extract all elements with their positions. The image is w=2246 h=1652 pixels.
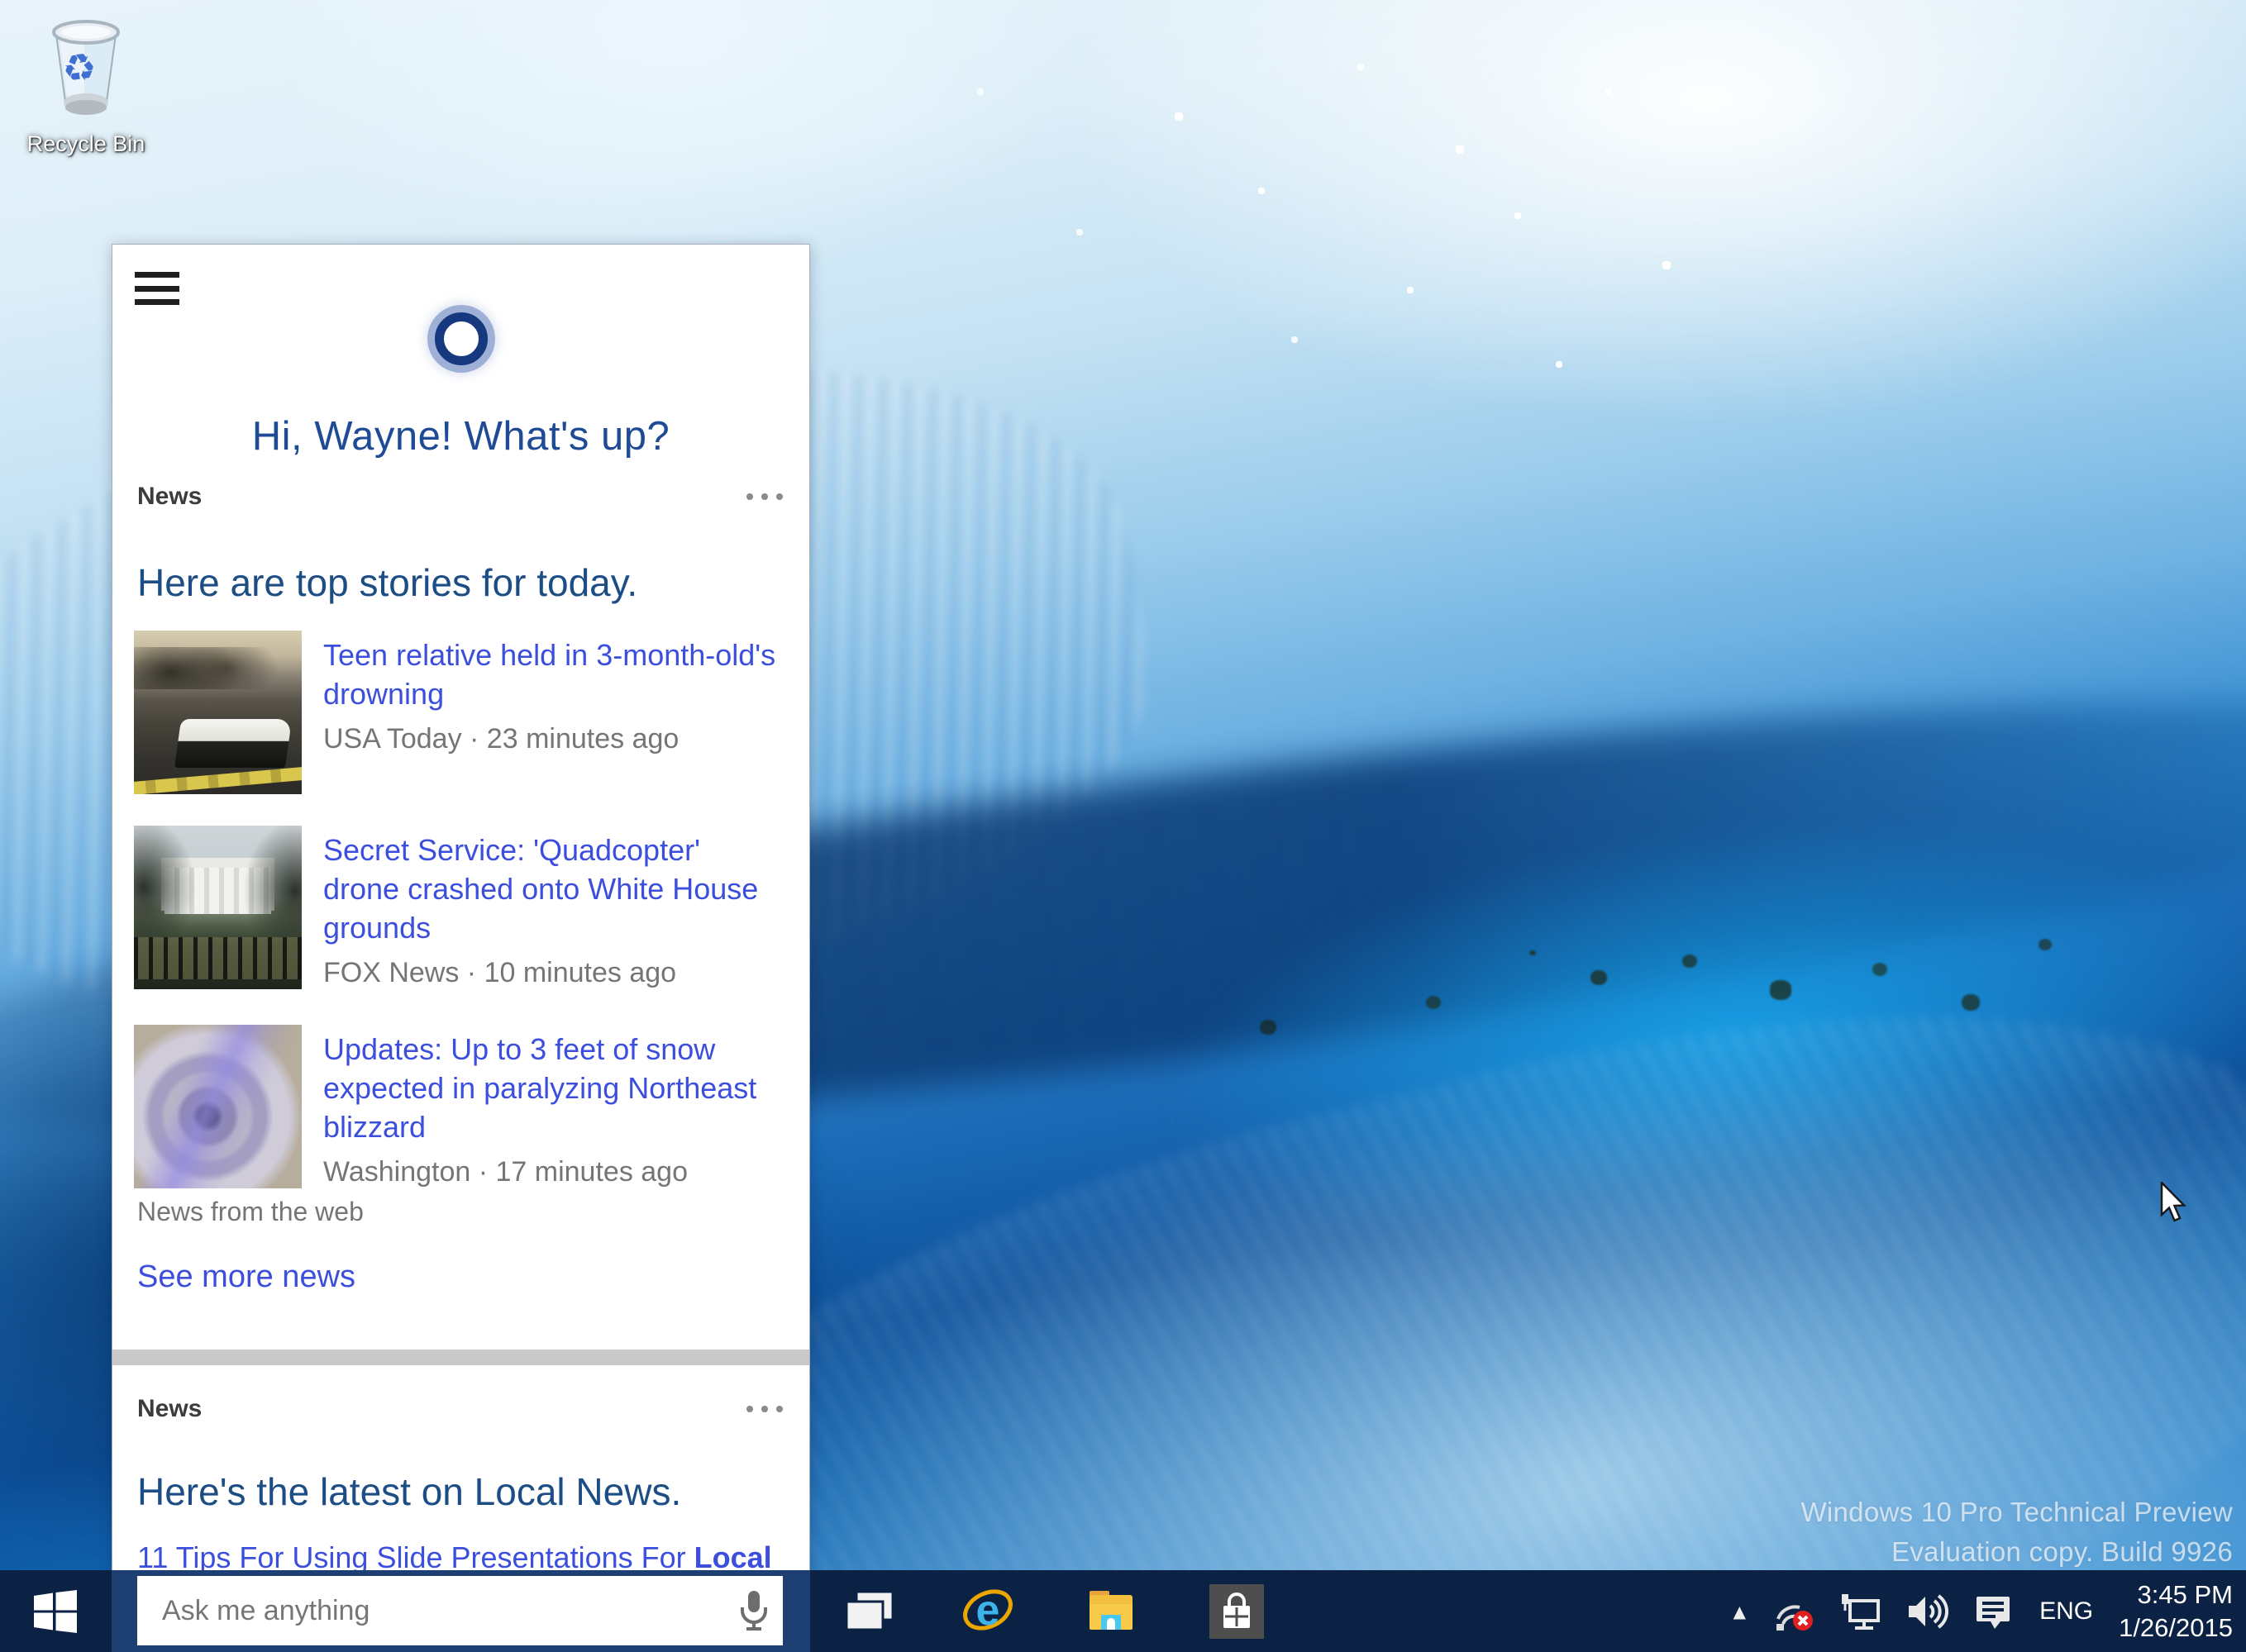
- hamburger-menu-icon[interactable]: [135, 272, 179, 305]
- volume-icon[interactable]: [1905, 1591, 1950, 1632]
- story-1-title[interactable]: Teen relative held in 3-month-old's drow…: [323, 636, 783, 713]
- news-story-2[interactable]: Secret Service: 'Quadcopter' drone crash…: [134, 826, 784, 989]
- ellipsis-menu-icon[interactable]: [745, 1401, 784, 1417]
- store-icon: [1209, 1583, 1264, 1639]
- story-3-text: Updates: Up to 3 feet of snow expected i…: [323, 1025, 783, 1188]
- thumb-art: [174, 718, 292, 769]
- news-from-web-label: News from the web: [137, 1197, 364, 1226]
- task-view-icon: [845, 1590, 894, 1631]
- story-3-source: Washington · 17 minutes ago: [323, 1156, 688, 1188]
- system-tray: ▲ ENG 3:45 PM 1/26/2015: [1729, 1570, 2246, 1652]
- local-news-link[interactable]: 11 Tips For Using Slide Presentations Fo…: [137, 1540, 793, 1571]
- clock[interactable]: 3:45 PM 1/26/2015: [2119, 1578, 2233, 1645]
- ellipsis-menu-icon[interactable]: [745, 488, 784, 505]
- dot: [776, 1406, 783, 1412]
- svg-text:♻: ♻: [60, 44, 99, 93]
- local-news-link-bold: Local: [694, 1540, 772, 1571]
- thumb-art: [134, 766, 302, 794]
- wireless-error-icon[interactable]: [1773, 1591, 1816, 1632]
- story-1-text: Teen relative held in 3-month-old's drow…: [323, 631, 783, 794]
- clock-time: 3:45 PM: [2137, 1579, 2233, 1609]
- microphone-icon: [741, 1591, 767, 1631]
- language-indicator[interactable]: ENG: [2036, 1597, 2096, 1626]
- local-news-section-header: News: [137, 1395, 784, 1423]
- hamburger-bar: [135, 272, 179, 278]
- local-news-section-label: News: [137, 1395, 203, 1422]
- clock-date: 1/26/2015: [2119, 1612, 2233, 1642]
- microphone-button[interactable]: [725, 1576, 783, 1645]
- watermark-line-2: Evaluation copy. Build 9926: [1891, 1536, 2233, 1567]
- cortana-panel: Hi, Wayne! What's up? News Here are top …: [112, 244, 810, 1571]
- news-story-1[interactable]: Teen relative held in 3-month-old's drow…: [134, 631, 784, 794]
- recycle-bin-desktop-icon[interactable]: ♻ Recycle Bin: [13, 10, 159, 157]
- file-explorer-icon: [1090, 1590, 1133, 1630]
- svg-text:e: e: [976, 1587, 1000, 1635]
- action-center-icon[interactable]: [1972, 1591, 2014, 1632]
- file-explorer-button[interactable]: [1071, 1570, 1151, 1652]
- local-news-link-text: 11 Tips For Using Slide Presentations Fo…: [137, 1540, 694, 1571]
- wallpaper-sparkles: [831, 17, 832, 18]
- news-section-label: News: [137, 483, 203, 510]
- thumb-art: [134, 936, 302, 980]
- story-2-thumbnail: [134, 826, 302, 989]
- recycle-bin-label: Recycle Bin: [26, 131, 145, 156]
- cortana-search-box[interactable]: [137, 1576, 783, 1645]
- dot: [746, 1406, 753, 1412]
- windows-logo-icon: [33, 1589, 77, 1633]
- story-2-text: Secret Service: 'Quadcopter' drone crash…: [323, 826, 783, 989]
- cortana-logo-icon: [434, 312, 488, 365]
- thumb-art: [134, 1025, 302, 1188]
- section-divider: [112, 1350, 809, 1365]
- internet-explorer-icon: e: [963, 1587, 1013, 1635]
- hamburger-bar: [135, 299, 179, 305]
- hidden-icons-chevron[interactable]: ▲: [1729, 1597, 1751, 1626]
- start-button[interactable]: [0, 1570, 110, 1652]
- see-more-news-link[interactable]: See more news: [137, 1259, 355, 1295]
- dot: [761, 493, 768, 500]
- internet-explorer-button[interactable]: e: [948, 1570, 1028, 1652]
- network-icon[interactable]: [1838, 1591, 1883, 1632]
- store-button[interactable]: [1197, 1570, 1276, 1652]
- top-stories-heading: Here are top stories for today.: [137, 561, 638, 604]
- dot: [776, 493, 783, 500]
- task-view-button[interactable]: [830, 1570, 909, 1652]
- evaluation-watermark: Windows 10 Pro Technical Preview Evaluat…: [1800, 1493, 2233, 1572]
- dot: [761, 1406, 768, 1412]
- recycle-bin-icon: ♻: [52, 20, 120, 115]
- story-3-thumbnail: [134, 1025, 302, 1188]
- local-news-heading: Here's the latest on Local News.: [137, 1470, 682, 1513]
- search-input[interactable]: [137, 1576, 725, 1645]
- story-3-title[interactable]: Updates: Up to 3 feet of snow expected i…: [323, 1030, 783, 1146]
- news-section-header: News: [137, 483, 784, 511]
- hamburger-bar: [135, 285, 179, 292]
- watermark-line-1: Windows 10 Pro Technical Preview: [1800, 1497, 2233, 1527]
- news-story-3[interactable]: Updates: Up to 3 feet of snow expected i…: [134, 1025, 784, 1188]
- story-2-source: FOX News · 10 minutes ago: [323, 957, 677, 988]
- wallpaper-debris-spots: [1529, 950, 1536, 955]
- cortana-greeting: Hi, Wayne! What's up?: [251, 414, 670, 459]
- taskbar: e ▲: [0, 1570, 2246, 1652]
- dot: [746, 493, 753, 500]
- story-1-source: USA Today · 23 minutes ago: [323, 723, 680, 755]
- story-2-title[interactable]: Secret Service: 'Quadcopter' drone crash…: [323, 831, 783, 947]
- thumb-art: [134, 646, 302, 690]
- story-1-thumbnail: [134, 631, 302, 794]
